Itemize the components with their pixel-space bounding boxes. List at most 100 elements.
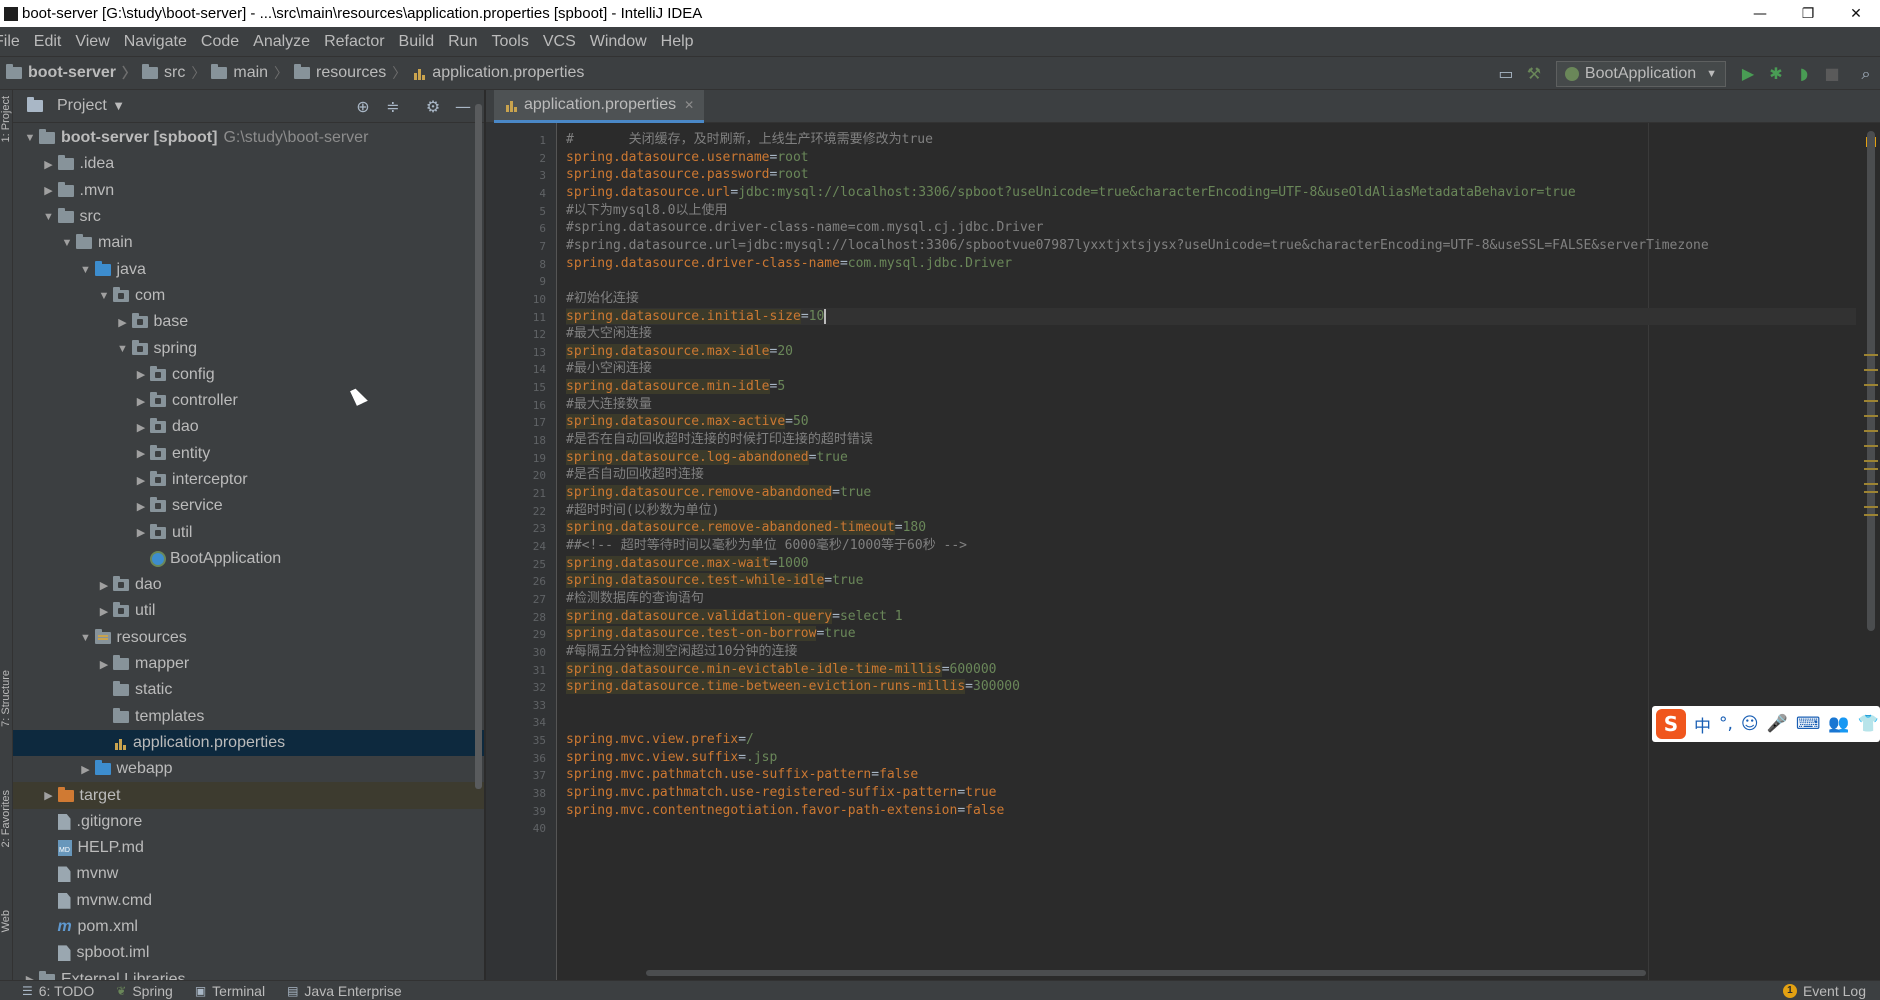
event-log-button[interactable]: 1 Event Log [1782, 981, 1866, 1000]
build-hammer-icon[interactable]: ⚒ [1520, 60, 1548, 88]
scrollbar-thumb[interactable] [1867, 131, 1875, 631]
breadcrumb-file[interactable]: application.properties [412, 64, 584, 82]
collapsed-arrow-icon[interactable]: ▶ [95, 658, 113, 671]
tree-item[interactable]: .gitignore [13, 809, 484, 835]
collapsed-arrow-icon[interactable]: ▶ [132, 526, 150, 539]
microphone-icon[interactable]: 🎤 [1767, 714, 1788, 734]
project-view-selector[interactable]: Project [57, 97, 107, 115]
menu-help[interactable]: Help [654, 33, 701, 51]
collapsed-arrow-icon[interactable]: ▶ [95, 605, 113, 618]
menu-view[interactable]: View [68, 33, 116, 51]
scrollbar-marker[interactable] [1864, 414, 1878, 417]
tree-item[interactable]: ▶ base [13, 309, 484, 335]
coverage-icon[interactable]: ◗ [1790, 60, 1818, 88]
minimize-icon[interactable]: — [1736, 0, 1784, 27]
structure-tool-tab[interactable]: 7: Structure [0, 670, 13, 727]
emoji-icon[interactable]: ☺ [1741, 714, 1759, 734]
collapsed-arrow-icon[interactable]: ▶ [132, 447, 150, 460]
scrollbar-marker[interactable] [1864, 483, 1878, 486]
menu-file[interactable]: File [0, 33, 27, 51]
tree-item[interactable]: ▶ service [13, 493, 484, 519]
tree-item[interactable]: ▶ controller [13, 388, 484, 414]
tree-item[interactable]: ▶ mapper [13, 651, 484, 677]
tree-item[interactable]: ▶ config [13, 362, 484, 388]
menu-window[interactable]: Window [583, 33, 654, 51]
tree-item[interactable]: ▼ boot-server [spboot] G:\study\boot-serve… [13, 125, 484, 151]
tree-item[interactable]: ▶ util [13, 519, 484, 545]
tree-item[interactable]: m pom.xml [13, 914, 484, 940]
collapsed-arrow-icon[interactable]: ▶ [132, 368, 150, 381]
menu-build[interactable]: Build [392, 33, 442, 51]
expanded-arrow-icon[interactable]: ▼ [77, 264, 95, 276]
terminal-tool-tab[interactable]: ▣ Terminal [195, 983, 265, 999]
expanded-arrow-icon[interactable]: ▼ [95, 290, 113, 302]
hide-panel-icon[interactable]: — [448, 97, 478, 116]
collapsed-arrow-icon[interactable]: ▶ [21, 973, 39, 980]
tree-item[interactable]: ▼ java [13, 256, 484, 282]
scrollbar-marker[interactable] [1864, 384, 1878, 387]
expanded-arrow-icon[interactable]: ▼ [40, 211, 58, 223]
users-icon[interactable]: 👥 [1828, 714, 1849, 734]
skin-icon[interactable]: 👕 [1858, 714, 1879, 734]
punctuation-icon[interactable]: °, [1719, 714, 1733, 734]
menu-vcs[interactable]: VCS [536, 33, 583, 51]
sogou-logo-icon[interactable]: S [1656, 709, 1686, 739]
breadcrumb-project[interactable]: boot-server 〉 [6, 63, 142, 83]
menu-edit[interactable]: Edit [27, 33, 69, 51]
java-enterprise-tool-tab[interactable]: ▤ Java Enterprise [287, 983, 402, 999]
tree-item[interactable]: BootApplication [13, 546, 484, 572]
collapsed-arrow-icon[interactable]: ▶ [132, 421, 150, 434]
code-text-area[interactable]: # 关闭缓存，及时刷新，上线生产环境需要修改为true spring.dataso… [566, 123, 1856, 980]
tree-item[interactable]: static [13, 677, 484, 703]
close-tab-icon[interactable]: ✕ [684, 98, 694, 112]
breadcrumb-resources[interactable]: resources 〉 [294, 63, 412, 83]
menu-code[interactable]: Code [194, 33, 246, 51]
tree-item[interactable]: templates [13, 704, 484, 730]
locate-target-icon[interactable]: ⊕ [348, 97, 378, 116]
menu-tools[interactable]: Tools [484, 33, 535, 51]
collapsed-arrow-icon[interactable]: ▶ [40, 158, 58, 171]
tree-item[interactable]: ▶ dao [13, 414, 484, 440]
tree-item[interactable]: ▶ target [13, 782, 484, 809]
expanded-arrow-icon[interactable]: ▼ [77, 632, 95, 644]
tree-item[interactable]: ▶ webapp [13, 756, 484, 782]
collapsed-arrow-icon[interactable]: ▶ [132, 395, 150, 408]
tree-item[interactable]: ▶ interceptor [13, 467, 484, 493]
layout-icon[interactable]: ▭ [1492, 60, 1520, 88]
collapsed-arrow-icon[interactable]: ▶ [40, 789, 58, 802]
favorites-tool-tab[interactable]: 2: Favorites [0, 790, 13, 847]
debug-icon[interactable]: ✱ [1762, 60, 1790, 88]
dropdown-arrow-icon[interactable]: ▼ [115, 101, 123, 112]
keyboard-icon[interactable]: ⌨ [1796, 714, 1821, 734]
scrollbar-marker[interactable] [1864, 445, 1878, 448]
tree-item[interactable]: ▶ dao [13, 572, 484, 598]
run-configuration-select[interactable]: BootApplication ▼ [1555, 60, 1726, 87]
menu-navigate[interactable]: Navigate [117, 33, 194, 51]
expanded-arrow-icon[interactable]: ▼ [114, 343, 132, 355]
scrollbar-marker[interactable] [1864, 513, 1878, 516]
scrollbar-marker[interactable] [1864, 399, 1878, 402]
tree-item[interactable]: ▶ .idea [13, 151, 484, 177]
collapsed-arrow-icon[interactable]: ▶ [95, 579, 113, 592]
tree-item[interactable]: ▼ spring [13, 335, 484, 361]
tree-item[interactable]: MD HELP.md [13, 835, 484, 861]
stop-icon[interactable]: ■ [1818, 60, 1846, 88]
gear-icon[interactable]: ⚙ [418, 97, 448, 116]
web-tool-tab[interactable]: Web [0, 910, 13, 932]
menu-analyze[interactable]: Analyze [246, 33, 317, 51]
tree-item[interactable]: ▼ resources [13, 625, 484, 651]
tree-item[interactable]: ▼ main [13, 230, 484, 256]
collapsed-arrow-icon[interactable]: ▶ [77, 763, 95, 776]
tree-item[interactable]: ▶ .mvn [13, 178, 484, 204]
spring-tool-tab[interactable]: ❦ Spring [116, 983, 173, 999]
collapsed-arrow-icon[interactable]: ▶ [132, 474, 150, 487]
project-tool-tab[interactable]: 1: Project [0, 96, 13, 142]
breadcrumb-main[interactable]: main 〉 [211, 63, 294, 83]
editor-scrollbar[interactable] [1864, 123, 1878, 980]
scrollbar-marker[interactable] [1864, 460, 1878, 463]
tree-item[interactable]: ▼ src [13, 204, 484, 230]
todo-tool-tab[interactable]: ☰ 6: TODO [22, 983, 94, 999]
scrollbar-marker[interactable] [1864, 369, 1878, 372]
tree-item[interactable]: spboot.iml [13, 940, 484, 966]
expanded-arrow-icon[interactable]: ▼ [58, 237, 76, 249]
